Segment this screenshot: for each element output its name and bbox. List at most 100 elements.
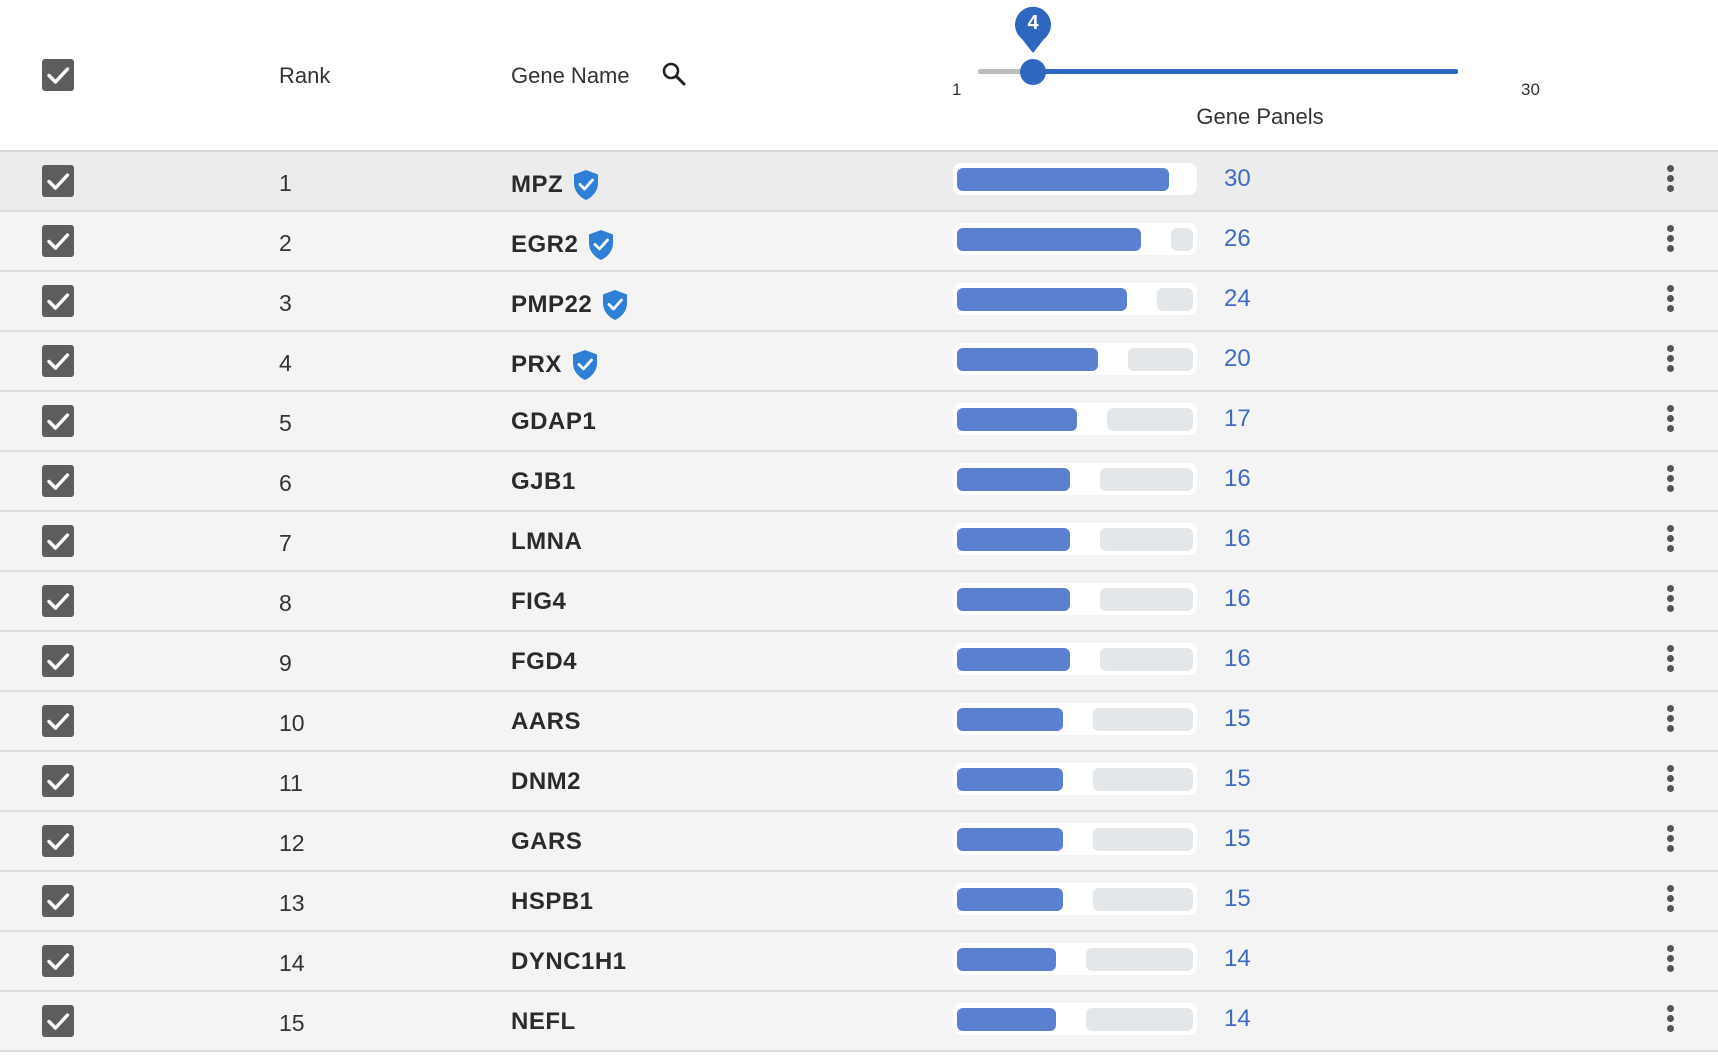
row-checkbox[interactable]	[42, 345, 74, 377]
gene-name-cell[interactable]: GDAP1	[511, 408, 596, 436]
kebab-menu-icon[interactable]	[1660, 585, 1680, 617]
gene-panels-count[interactable]: 14	[1224, 945, 1251, 973]
rank-cell: 12	[279, 830, 305, 856]
table-row[interactable]: 15 NEFL 14	[0, 992, 1718, 1052]
row-checkbox[interactable]	[42, 465, 74, 497]
kebab-menu-icon[interactable]	[1660, 165, 1680, 197]
gene-panels-count[interactable]: 16	[1224, 465, 1251, 493]
row-checkbox[interactable]	[42, 405, 74, 437]
gene-panels-bar	[953, 283, 1197, 315]
table-row[interactable]: 2 EGR2 26	[0, 212, 1718, 272]
rank-column-header[interactable]: Rank	[279, 63, 330, 89]
gene-panels-bar-track	[1100, 648, 1193, 671]
row-checkbox[interactable]	[42, 285, 74, 317]
checkbox-checked-icon	[47, 773, 70, 790]
gene-name-text: FIG4	[511, 588, 567, 615]
kebab-menu-icon[interactable]	[1660, 225, 1680, 257]
gene-name-cell[interactable]: MPZ	[511, 168, 601, 202]
gene-panels-slider[interactable]: 4 1 30 Gene Panels	[950, 0, 1550, 150]
gene-name-cell[interactable]: LMNA	[511, 528, 582, 556]
kebab-menu-icon[interactable]	[1660, 825, 1680, 857]
table-row[interactable]: 9 FGD4 16	[0, 632, 1718, 692]
gene-name-cell[interactable]: HSPB1	[511, 888, 594, 916]
gene-panels-count[interactable]: 15	[1224, 765, 1251, 793]
table-row[interactable]: 13 HSPB1 15	[0, 872, 1718, 932]
row-checkbox[interactable]	[42, 645, 74, 677]
slider-track-active[interactable]	[1033, 69, 1458, 74]
gene-panels-count[interactable]: 24	[1224, 285, 1251, 313]
kebab-menu-icon[interactable]	[1660, 285, 1680, 317]
gene-panels-column-header[interactable]: Gene Panels	[1110, 104, 1410, 130]
table-row[interactable]: 14 DYNC1H1 14	[0, 932, 1718, 992]
table-row[interactable]: 5 GDAP1 17	[0, 392, 1718, 452]
gene-panels-bar	[953, 763, 1197, 795]
gene-name-cell[interactable]: PRX	[511, 348, 600, 382]
gene-name-text: MPZ	[511, 171, 564, 198]
gene-panels-bar	[953, 823, 1197, 855]
slider-thumb[interactable]	[1020, 59, 1046, 85]
search-icon[interactable]	[661, 61, 687, 87]
table-row[interactable]: 10 AARS 15	[0, 692, 1718, 752]
checkbox-checked-icon	[47, 473, 70, 490]
kebab-menu-icon[interactable]	[1660, 405, 1680, 437]
kebab-menu-icon[interactable]	[1660, 465, 1680, 497]
row-checkbox[interactable]	[42, 765, 74, 797]
gene-panels-count[interactable]: 20	[1224, 345, 1251, 373]
table-row[interactable]: 4 PRX 20	[0, 332, 1718, 392]
select-all-checkbox[interactable]	[42, 59, 74, 91]
checkbox-checked-icon	[47, 953, 70, 970]
gene-name-column-header[interactable]: Gene Name	[511, 63, 630, 89]
gene-panels-count[interactable]: 26	[1224, 225, 1251, 253]
gene-panels-bar	[953, 643, 1197, 675]
row-checkbox[interactable]	[42, 945, 74, 977]
gene-panels-count[interactable]: 30	[1224, 165, 1251, 193]
gene-panels-count[interactable]: 16	[1224, 585, 1251, 613]
gene-panels-count[interactable]: 14	[1224, 1005, 1251, 1033]
table-row[interactable]: 6 GJB1 16	[0, 452, 1718, 512]
kebab-menu-icon[interactable]	[1660, 1005, 1680, 1037]
row-checkbox[interactable]	[42, 525, 74, 557]
gene-name-cell[interactable]: NEFL	[511, 1008, 576, 1036]
row-checkbox[interactable]	[42, 705, 74, 737]
gene-panels-count[interactable]: 16	[1224, 645, 1251, 673]
row-checkbox[interactable]	[42, 585, 74, 617]
gene-name-cell[interactable]: AARS	[511, 708, 581, 736]
kebab-menu-icon[interactable]	[1660, 705, 1680, 737]
gene-panels-count[interactable]: 15	[1224, 705, 1251, 733]
kebab-menu-icon[interactable]	[1660, 525, 1680, 557]
rank-cell: 3	[279, 290, 292, 316]
row-checkbox[interactable]	[42, 885, 74, 917]
gene-name-cell[interactable]: DNM2	[511, 768, 581, 796]
gene-name-cell[interactable]: EGR2	[511, 228, 616, 262]
gene-name-cell[interactable]: GARS	[511, 828, 582, 856]
gene-panels-count[interactable]: 16	[1224, 525, 1251, 553]
gene-panels-count[interactable]: 15	[1224, 885, 1251, 913]
gene-name-cell[interactable]: GJB1	[511, 468, 576, 496]
gene-panels-bar-track	[1093, 708, 1193, 731]
table-row[interactable]: 7 LMNA 16	[0, 512, 1718, 572]
table-row[interactable]: 1 MPZ 30	[0, 152, 1718, 212]
row-checkbox[interactable]	[42, 225, 74, 257]
gene-panels-bar	[953, 403, 1197, 435]
row-checkbox[interactable]	[42, 1005, 74, 1037]
gene-name-cell[interactable]: PMP22	[511, 288, 630, 322]
gene-name-cell[interactable]: DYNC1H1	[511, 948, 627, 976]
kebab-menu-icon[interactable]	[1660, 765, 1680, 797]
gene-panels-count[interactable]: 17	[1224, 405, 1251, 433]
gene-name-cell[interactable]: FGD4	[511, 648, 577, 676]
table-row[interactable]: 8 FIG4 16	[0, 572, 1718, 632]
kebab-menu-icon[interactable]	[1660, 345, 1680, 377]
table-row[interactable]: 3 PMP22 24	[0, 272, 1718, 332]
table-row[interactable]: 11 DNM2 15	[0, 752, 1718, 812]
kebab-menu-icon[interactable]	[1660, 645, 1680, 677]
gene-panels-bar-track	[1128, 348, 1193, 371]
gene-panels-bar-fill	[957, 828, 1063, 851]
gene-panels-count[interactable]: 15	[1224, 825, 1251, 853]
row-checkbox[interactable]	[42, 165, 74, 197]
gene-name-cell[interactable]: FIG4	[511, 588, 566, 616]
table-row[interactable]: 12 GARS 15	[0, 812, 1718, 872]
checkbox-checked-icon	[47, 713, 70, 730]
kebab-menu-icon[interactable]	[1660, 885, 1680, 917]
row-checkbox[interactable]	[42, 825, 74, 857]
kebab-menu-icon[interactable]	[1660, 945, 1680, 977]
